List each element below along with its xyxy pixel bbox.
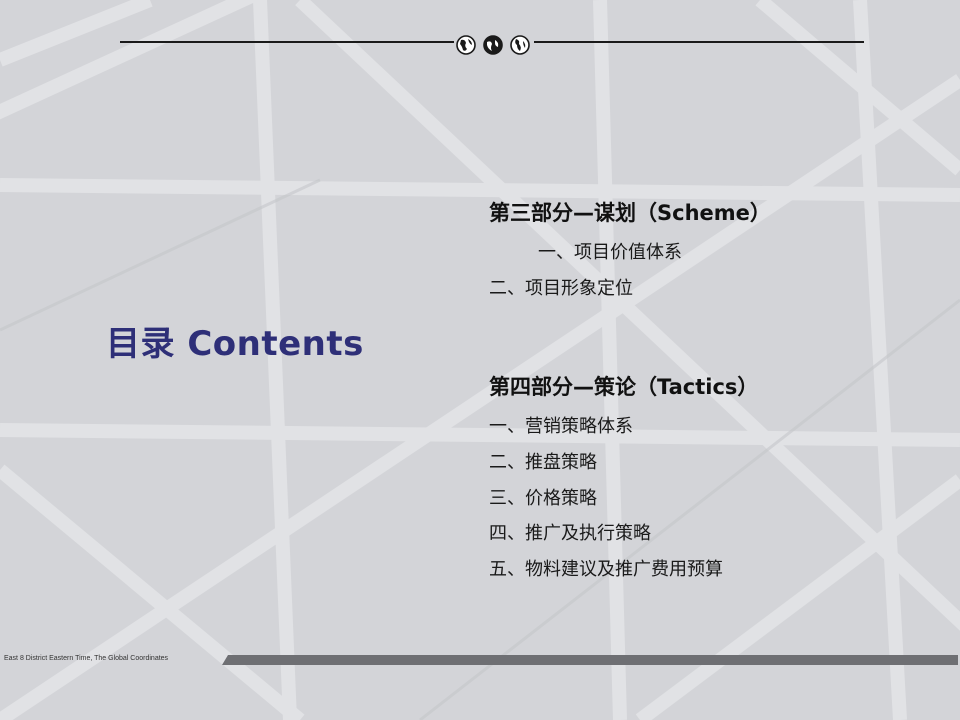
section-heading-scheme: 第三部分—谋划（Scheme） <box>489 201 771 225</box>
list-item: 四、推广及执行策略 <box>489 523 651 544</box>
list-item: 二、推盘策略 <box>489 452 597 473</box>
header-rule-left <box>120 41 454 43</box>
globe-icon-group <box>456 35 532 57</box>
page-title: 目录 Contents <box>106 324 364 364</box>
list-item: 一、营销策略体系 <box>489 416 633 437</box>
footer-bar <box>222 655 958 665</box>
list-item: 五、物料建议及推广费用预算 <box>489 559 723 580</box>
footer-caption: East 8 District Eastern Time, The Global… <box>4 655 169 662</box>
section-heading-tactics: 第四部分—策论（Tactics） <box>489 375 759 399</box>
list-item: 一、项目价值体系 <box>538 242 682 263</box>
header-rule-right <box>534 41 864 43</box>
globe-icon <box>456 35 476 55</box>
list-item: 二、项目形象定位 <box>489 278 633 299</box>
globe-icon <box>510 35 530 55</box>
list-item: 三、价格策略 <box>489 488 597 509</box>
globe-icon <box>483 35 503 55</box>
